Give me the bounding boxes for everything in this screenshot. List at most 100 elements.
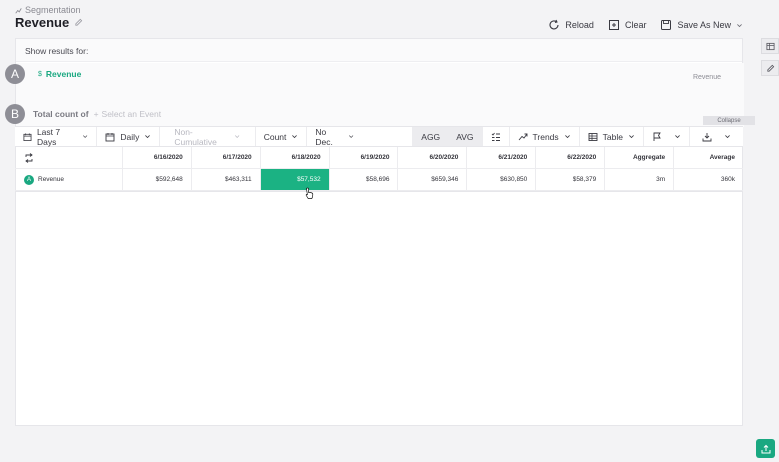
chevron-down-icon	[725, 135, 730, 139]
save-icon	[661, 20, 672, 30]
chevron-down-icon	[675, 135, 680, 139]
clear-icon	[608, 20, 619, 30]
query-b-badge: B	[5, 104, 25, 124]
table-cell-highlighted[interactable]: $57,532	[260, 169, 330, 190]
corner-action-button[interactable]	[756, 439, 775, 458]
plus-icon: +	[93, 109, 99, 119]
agg-toggle[interactable]: AGG	[413, 127, 449, 146]
trends-dropdown[interactable]: Trends	[510, 127, 580, 146]
row-badge: A	[24, 174, 34, 185]
decimals-dropdown[interactable]: No Dec.	[307, 126, 414, 147]
calendar-icon	[105, 132, 115, 141]
table-header-row: 6/16/2020 6/17/2020 6/18/2020 6/19/2020 …	[15, 147, 743, 169]
table-cell[interactable]: $592,648	[123, 169, 192, 190]
table-cell[interactable]: $659,346	[398, 169, 468, 190]
reload-icon	[549, 19, 559, 30]
side-edit-button[interactable]	[761, 60, 779, 76]
results-table: 6/16/2020 6/17/2020 6/18/2020 6/19/2020 …	[15, 147, 743, 192]
column-header[interactable]: Average	[674, 147, 743, 168]
calendar-icon	[23, 132, 32, 141]
side-table-button[interactable]	[761, 38, 779, 54]
query-a-event-label: Revenue	[45, 69, 82, 79]
avg-toggle[interactable]: AVG	[448, 127, 483, 146]
download-icon	[702, 132, 712, 141]
dollar-icon: $	[38, 70, 42, 78]
table-icon	[588, 132, 598, 141]
table-row: A Revenue $592,648 $463,311 $57,532 $58,…	[15, 169, 743, 191]
segmentation-icon	[15, 7, 22, 14]
title-text: Revenue	[15, 15, 70, 30]
column-header[interactable]: 6/20/2020	[398, 147, 468, 168]
metric-dropdown[interactable]: Count	[256, 127, 308, 146]
column-header[interactable]: 6/17/2020	[192, 147, 261, 168]
collapse-button[interactable]: Collapse	[703, 116, 755, 125]
pencil-icon[interactable]	[74, 18, 83, 27]
chevron-down-icon	[235, 135, 240, 138]
flag-dropdown[interactable]	[644, 127, 690, 146]
column-header[interactable]: Aggregate	[605, 147, 675, 168]
metric-label: Count	[263, 131, 287, 142]
pencil-icon	[766, 64, 774, 72]
query-panel: Show results for:	[15, 38, 744, 426]
chevron-down-icon	[349, 135, 354, 138]
chevron-down-icon	[737, 23, 742, 27]
column-header[interactable]: 6/19/2020	[330, 147, 399, 168]
table-cell[interactable]: $58,696	[330, 169, 399, 190]
query-a-badge: A	[5, 64, 25, 84]
select-event-placeholder: Select an Event	[101, 109, 162, 119]
date-range-dropdown[interactable]: Last 7 Days	[15, 126, 98, 147]
trends-label: Trends	[532, 131, 559, 142]
query-a-tag: Revenue	[692, 74, 721, 81]
cumulative-dropdown[interactable]: Non-Cumulative	[160, 126, 256, 147]
view-label: Table	[602, 131, 623, 142]
column-header[interactable]: 6/22/2020	[536, 147, 606, 168]
swap-icon	[25, 152, 33, 163]
column-header[interactable]: 6/21/2020	[467, 147, 537, 168]
table-cell[interactable]: $463,311	[192, 169, 261, 190]
table-cell[interactable]: $630,850	[467, 169, 537, 190]
page-title: Revenue	[15, 15, 83, 30]
swap-axes-button[interactable]	[15, 147, 123, 168]
row-label[interactable]: A Revenue	[15, 169, 123, 190]
flag-icon	[653, 132, 661, 141]
view-dropdown[interactable]: Table	[580, 127, 644, 146]
decimals-label: No Dec.	[315, 126, 333, 147]
table-icon	[765, 42, 775, 50]
column-header[interactable]: 6/16/2020	[123, 147, 192, 168]
chevron-down-icon	[83, 135, 88, 138]
save-as-new-button[interactable]: Save As New	[660, 19, 743, 31]
chevron-down-icon	[564, 135, 570, 139]
breadcrumb-label: Segmentation	[25, 5, 81, 15]
upload-icon	[761, 444, 770, 453]
save-as-new-label: Save As New	[677, 20, 731, 30]
select-event-button[interactable]: + Select an Event	[94, 109, 162, 119]
clear-label: Clear	[624, 20, 647, 30]
query-b-label: Total count of	[33, 109, 89, 119]
download-dropdown[interactable]	[690, 127, 743, 146]
interval-dropdown[interactable]: Daily	[97, 127, 161, 146]
list-icon	[491, 132, 500, 141]
list-options-button[interactable]	[483, 127, 510, 146]
breadcrumb[interactable]: Segmentation	[15, 5, 81, 15]
chevron-down-icon	[629, 135, 634, 139]
table-cell-average[interactable]: 360k	[674, 169, 743, 190]
reload-button[interactable]: Reload	[548, 19, 594, 31]
results-header: Show results for:	[16, 39, 742, 62]
trends-icon	[518, 133, 527, 140]
clear-button[interactable]: Clear	[608, 19, 647, 31]
table-cell-aggregate[interactable]: 3m	[605, 169, 675, 190]
row-label-text: Revenue	[38, 176, 65, 183]
chevron-down-icon	[292, 135, 298, 139]
top-actions: Reload Clear Save As New	[548, 19, 743, 31]
chevron-down-icon	[145, 135, 151, 139]
cursor-icon	[305, 187, 314, 199]
column-header[interactable]: 6/18/2020	[261, 147, 330, 168]
cumulative-label: Non-Cumulative	[174, 126, 217, 147]
interval-label: Daily	[120, 131, 140, 142]
query-a-event[interactable]: $ Revenue	[38, 69, 81, 79]
query-b-row: Total count of + Select an Event	[33, 109, 161, 119]
reload-label: Reload	[565, 20, 594, 30]
date-range-label: Last 7 Days	[36, 126, 61, 147]
query-toolbar: Last 7 Days Daily Non-Cumulative Count N…	[15, 126, 743, 147]
table-cell[interactable]: $58,379	[536, 169, 606, 190]
